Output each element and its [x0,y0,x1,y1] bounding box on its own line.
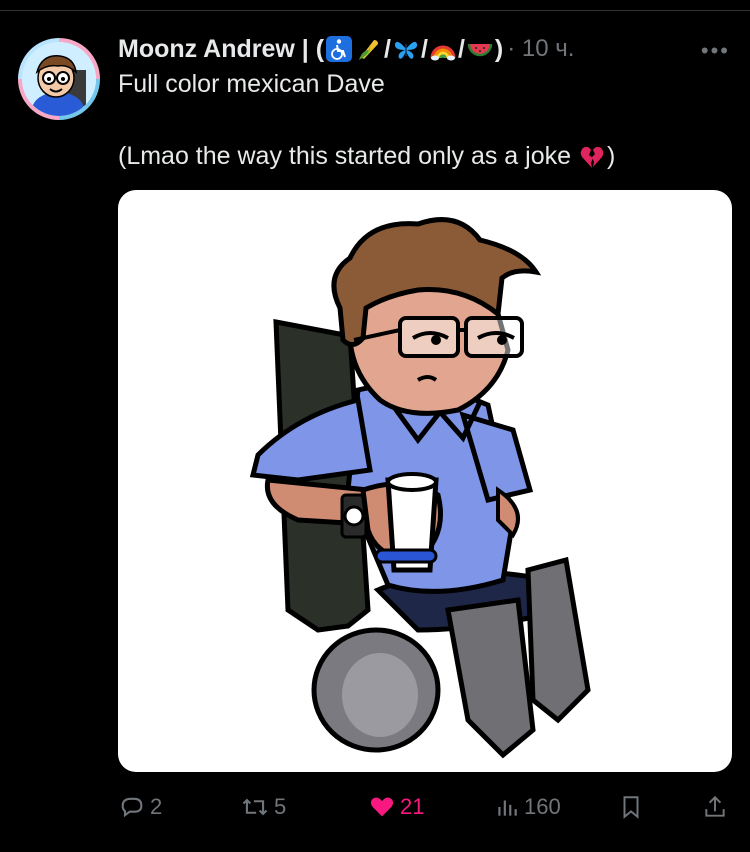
bookmark-icon [623,796,639,819]
post-text-line-2-body: (Lmao the way this started only as a jok… [118,142,572,170]
name-separator: / [421,34,428,63]
like-count: 21 [400,794,425,819]
rainbow-icon [430,45,456,61]
post-actions: 2 5 21 160 [118,790,732,824]
post-media-image[interactable] [118,190,732,772]
views-button[interactable]: 160 [494,790,561,824]
post-text-line-2: (Lmao the way this started only as a jok… [118,142,615,171]
author-avatar[interactable] [18,38,100,120]
broken-heart-icon [580,146,604,168]
bookmark-button[interactable] [618,790,648,824]
dave-illustration [249,217,591,759]
views-icon [498,800,517,816]
reply-button[interactable]: 2 [118,790,162,824]
top-divider [0,10,750,11]
reply-count: 2 [150,794,163,819]
author-name[interactable]: Moonz Andrew | ( [118,35,324,64]
reply-icon [121,797,143,818]
like-button[interactable]: 21 [368,790,424,824]
more-options-icon[interactable]: ••• [701,38,730,64]
butterfly-icon [394,41,418,59]
name-separator: / [384,34,391,63]
repost-count: 5 [274,794,287,819]
heart-icon [370,797,394,817]
name-closing: ) [494,34,504,63]
name-separator: / [457,34,465,63]
views-count: 160 [524,794,561,819]
post-timestamp[interactable]: · 10 ч. [507,35,574,63]
post-text-line-1: Full color mexican Dave [118,70,385,98]
repost-icon [242,798,268,816]
post-text-line-2-end: ) [607,142,616,170]
share-icon [705,795,725,817]
share-button[interactable] [702,790,732,824]
watermelon-icon [467,43,493,57]
wheelchair-icon [326,36,353,62]
repost-button[interactable]: 5 [240,790,286,824]
post-header: Moonz Andrew | ( / / / ) · 10 ч. [118,32,574,66]
corn-icon [359,40,379,60]
avatar-image [22,42,96,116]
